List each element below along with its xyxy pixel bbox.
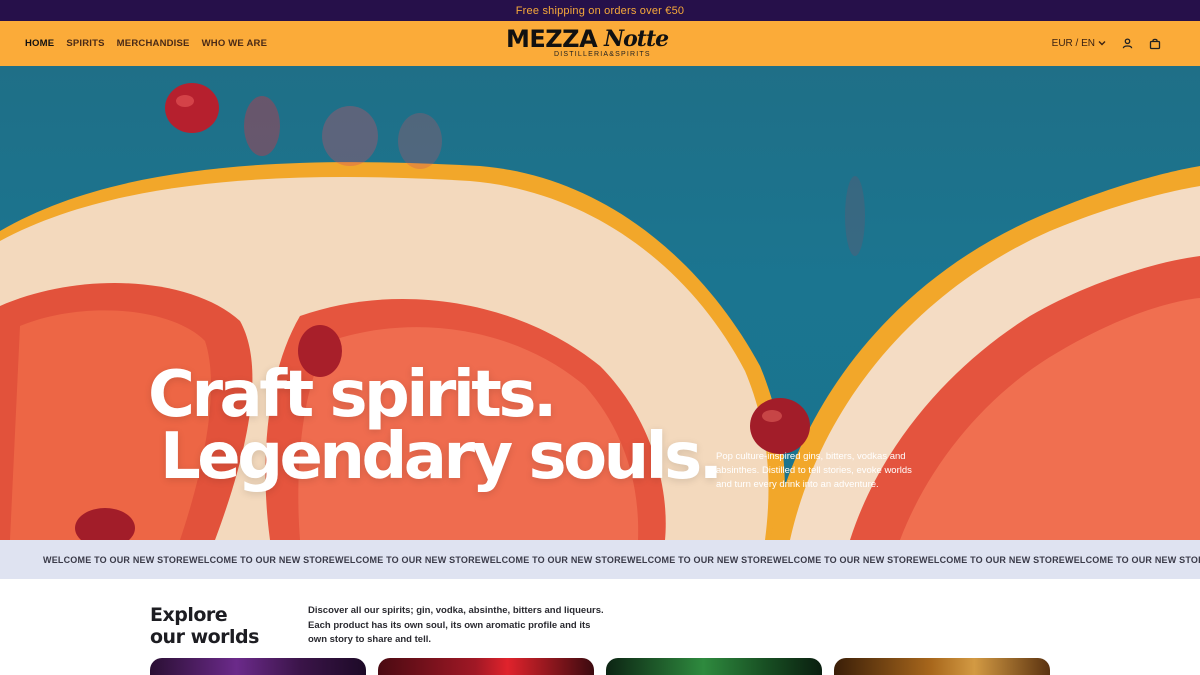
world-card[interactable] bbox=[378, 658, 594, 675]
header-actions: EUR / EN bbox=[1052, 21, 1162, 66]
site-logo[interactable]: MEZZA Notte DISTILLERIA&SPIRITS bbox=[506, 25, 696, 63]
marquee-item: WELCOME TO OUR NEW STORE bbox=[481, 554, 627, 565]
chevron-down-icon bbox=[1098, 38, 1106, 49]
explore-heading: Explore our worlds bbox=[150, 604, 259, 648]
logo-script: Notte bbox=[604, 26, 669, 52]
hero-headline-line2: Legendary souls. bbox=[160, 420, 723, 494]
announcement-bar: Free shipping on orders over €50 bbox=[0, 0, 1200, 21]
marquee-track: WELCOME TO OUR NEW STORE WELCOME TO OUR … bbox=[43, 540, 1200, 579]
world-card[interactable] bbox=[606, 658, 822, 675]
marquee-item: WELCOME TO OUR NEW STORE bbox=[919, 554, 1065, 565]
marquee-item: WELCOME TO OUR NEW STORE bbox=[773, 554, 919, 565]
nav-merchandise[interactable]: MERCHANDISE bbox=[117, 38, 190, 49]
marquee-strip: WELCOME TO OUR NEW STORE WELCOME TO OUR … bbox=[0, 540, 1200, 579]
explore-description: Discover all our spirits; gin, vodka, ab… bbox=[308, 605, 604, 645]
locale-selector[interactable]: EUR / EN bbox=[1052, 38, 1106, 49]
explore-heading-line1: Explore bbox=[150, 604, 228, 626]
world-card[interactable] bbox=[150, 658, 366, 675]
marquee-item: WELCOME TO OUR NEW STORE bbox=[1065, 554, 1200, 565]
nav-spirits[interactable]: SPIRITS bbox=[66, 38, 104, 49]
bag-icon[interactable] bbox=[1148, 37, 1162, 51]
marquee-item: WELCOME TO OUR NEW STORE bbox=[189, 554, 335, 565]
marquee-item: WELCOME TO OUR NEW STORE bbox=[335, 554, 481, 565]
explore-heading-line2: our worlds bbox=[150, 626, 259, 648]
logo-wordmark: MEZZA bbox=[506, 25, 598, 53]
announcement-text: Free shipping on orders over €50 bbox=[515, 4, 685, 17]
user-icon[interactable] bbox=[1120, 37, 1134, 51]
hero-description: Pop culture-inspired gins, bitters, vodk… bbox=[716, 451, 912, 490]
locale-label: EUR / EN bbox=[1051, 38, 1095, 49]
site-header: HOME SPIRITS MERCHANDISE WHO WE ARE MEZZ… bbox=[0, 21, 1200, 66]
main-nav: HOME SPIRITS MERCHANDISE WHO WE ARE bbox=[25, 21, 267, 66]
marquee-item: WELCOME TO OUR NEW STORE bbox=[43, 554, 189, 565]
nav-who-we-are[interactable]: WHO WE ARE bbox=[202, 38, 268, 49]
hero-headline: Craft spirits. Legendary souls. bbox=[148, 363, 723, 494]
marquee-item: WELCOME TO OUR NEW STORE bbox=[627, 554, 773, 565]
logo-subtitle: DISTILLERIA&SPIRITS bbox=[554, 51, 651, 58]
nav-home[interactable]: HOME bbox=[25, 38, 54, 49]
hero-banner: Craft spirits. Legendary souls. Pop cult… bbox=[0, 66, 1200, 540]
world-card[interactable] bbox=[834, 658, 1050, 675]
